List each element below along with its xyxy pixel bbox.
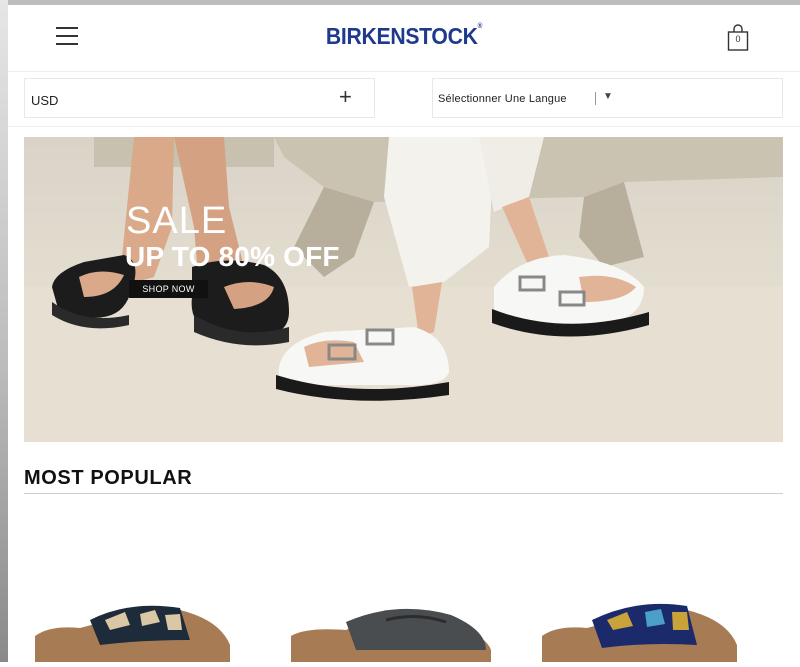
language-value: Sélectionner Une Langue [438, 93, 567, 105]
currency-selector[interactable]: USD + [24, 78, 375, 118]
hero-sale-heading: SALE [126, 200, 228, 242]
dropdown-arrow-icon[interactable]: ▼ [603, 91, 613, 102]
language-divider [595, 92, 596, 105]
product-image [542, 603, 737, 662]
shop-now-button[interactable]: SHOP NOW [129, 280, 208, 298]
brand-logo[interactable]: BIRKENSTOCK® [40, 23, 769, 50]
hero-discount-heading: UP TO 80% OFF [125, 241, 340, 272]
currency-value: USD [31, 93, 59, 108]
window-left-border [0, 0, 8, 662]
site-header: BIRKENSTOCK® 0 [8, 5, 800, 71]
selector-divider [8, 126, 800, 127]
section-title: MOST POPULAR [24, 467, 193, 489]
brand-logo-text: BIRKENSTOCK [325, 23, 478, 49]
section-divider [24, 493, 783, 494]
product-image [35, 605, 230, 662]
shopping-bag-icon[interactable]: 0 [727, 24, 749, 52]
language-selector[interactable]: Sélectionner Une Langue ▼ [432, 78, 783, 118]
hero-banner[interactable]: SALE UP TO 80% OFF SHOP NOW [24, 137, 783, 442]
cart-count: 0 [735, 34, 741, 44]
header-divider [8, 71, 800, 72]
product-card[interactable] [537, 600, 747, 662]
registered-mark: ® [477, 23, 483, 30]
product-card[interactable] [286, 600, 496, 662]
plus-icon[interactable]: + [339, 86, 352, 108]
product-image [291, 608, 491, 662]
product-card[interactable] [30, 600, 240, 662]
